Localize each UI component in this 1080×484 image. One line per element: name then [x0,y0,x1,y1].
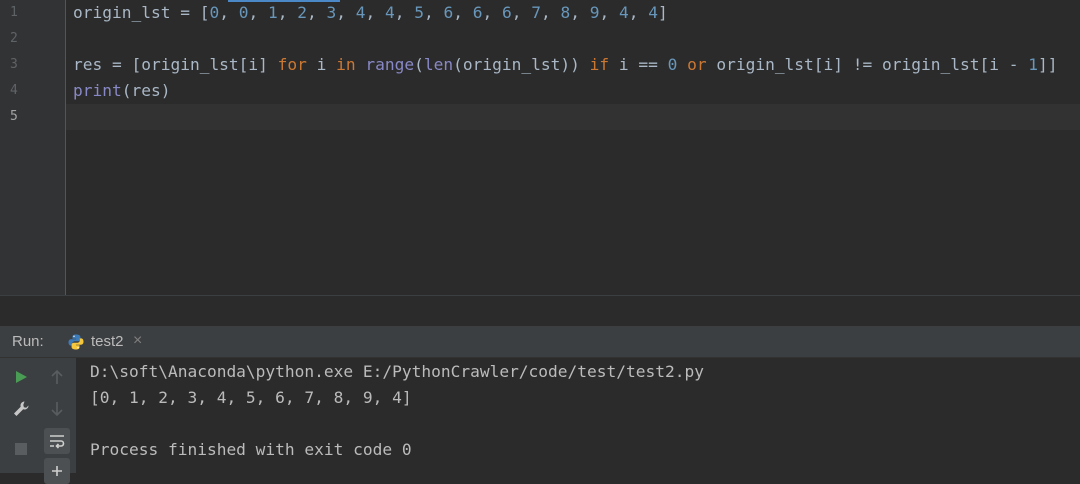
code-token: , [277,3,298,22]
arrow-down-icon[interactable] [44,396,70,422]
run-tab-test2[interactable]: test2 × [64,326,156,358]
line-number: 2 [10,31,18,46]
code-token: res = [origin_lst[i] [73,55,278,74]
builtin-token: len [423,55,454,74]
code-token: , [482,3,502,22]
run-tab-label: test2 [91,333,124,350]
code-token: i == [609,55,668,74]
code-line-1[interactable]: origin_lst = [0, 0, 1, 2, 3, 4, 4, 5, 6,… [73,0,668,26]
code-token: , [336,3,356,22]
console-line: D:\soft\Anaconda\python.exe E:/PythonCra… [90,362,704,381]
keyword-token: in [336,55,356,74]
number-token: 0 [209,3,220,22]
code-token: , [394,3,415,22]
code-token: , [511,3,532,22]
code-token: ( [414,55,424,74]
code-token: , [570,3,590,22]
number-token: 4 [618,3,629,22]
current-line-highlight [66,104,1080,130]
code-token: (origin_lst)) [453,55,590,74]
code-token: , [306,3,327,22]
run-toolbar: Run: test2 × [0,326,1080,358]
console-line: Process finished with exit code 0 [90,440,412,459]
line-number: 1 [10,5,18,20]
code-token: , [365,3,385,22]
stop-icon[interactable] [8,436,34,462]
line-number: 4 [10,83,18,98]
line-number: 3 [10,57,18,72]
number-token: 0 [667,55,678,74]
code-line-3[interactable]: res = [origin_lst[i] for i in range(len(… [73,52,1057,78]
console-line: [0, 1, 2, 3, 4, 5, 6, 7, 8, 9, 4] [90,388,412,407]
run-label: Run: [12,333,44,350]
code-editor[interactable]: 1 2 3 4 5 origin_lst = [0, 0, 1, 2, 3, 4… [0,0,1080,295]
number-token: 0 [238,3,249,22]
line-number-gutter: 1 2 3 4 5 [0,0,66,295]
number-token: 4 [384,3,395,22]
number-token: 7 [531,3,541,22]
console-toolstrip [0,358,76,484]
code-token: origin_lst = [73,3,200,22]
python-icon [68,334,84,350]
keyword-token: or [687,55,707,74]
code-token: , [453,3,473,22]
number-token: 6 [501,3,512,22]
number-token: 2 [297,3,307,22]
code-token: , [599,3,619,22]
console-panel: D:\soft\Anaconda\python.exe E:/PythonCra… [0,358,1080,484]
builtin-token: range [365,55,415,74]
arrow-up-icon[interactable] [44,364,70,390]
code-token: , [423,3,444,22]
number-token: 6 [443,3,454,22]
number-token: 5 [414,3,424,22]
number-token: 1 [267,3,278,22]
code-token: (res) [121,81,171,100]
code-token: ]] [1037,55,1058,74]
line-number-active: 5 [10,109,18,124]
code-token: , [219,3,239,22]
code-token: i [306,55,337,74]
keyword-token: if [589,55,610,74]
wrench-icon[interactable] [8,396,34,422]
code-token: [ [199,3,210,22]
code-token: ] [657,3,668,22]
pin-icon[interactable] [44,458,70,484]
code-token: , [248,3,268,22]
number-token: 1 [1028,55,1038,74]
code-token: , [540,3,561,22]
panel-divider[interactable] [0,295,1080,325]
soft-wrap-icon[interactable] [44,428,70,454]
number-token: 8 [560,3,571,22]
number-token: 4 [648,3,658,22]
keyword-token: for [277,55,307,74]
code-line-4[interactable]: print(res) [73,78,170,104]
close-icon[interactable]: × [133,332,142,350]
number-token: 9 [589,3,600,22]
code-token: , [628,3,649,22]
play-icon[interactable] [8,364,34,390]
builtin-token: print [73,81,122,100]
number-token: 6 [472,3,483,22]
number-token: 3 [326,3,337,22]
code-token: origin_lst[i] != origin_lst[i - [706,55,1029,74]
number-token: 4 [355,3,366,22]
